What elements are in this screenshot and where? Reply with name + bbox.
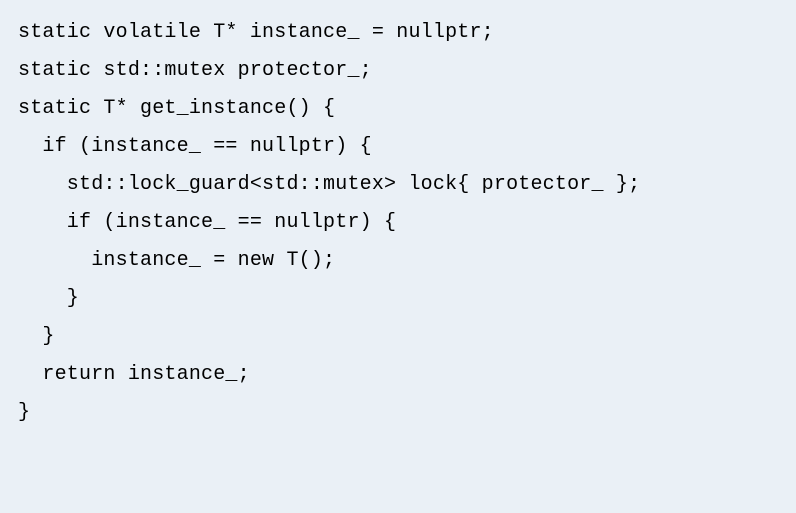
- code-line: if (instance_ == nullptr) {: [18, 128, 778, 166]
- code-line: std::lock_guard<std::mutex> lock{ protec…: [18, 166, 778, 204]
- code-line: static T* get_instance() {: [18, 90, 778, 128]
- code-block: static volatile T* instance_ = nullptr; …: [18, 14, 778, 432]
- code-line: return instance_;: [18, 356, 778, 394]
- code-line: }: [18, 394, 778, 432]
- code-line: }: [18, 318, 778, 356]
- code-line: static volatile T* instance_ = nullptr;: [18, 14, 778, 52]
- code-line: }: [18, 280, 778, 318]
- code-line: if (instance_ == nullptr) {: [18, 204, 778, 242]
- code-line: static std::mutex protector_;: [18, 52, 778, 90]
- code-line: instance_ = new T();: [18, 242, 778, 280]
